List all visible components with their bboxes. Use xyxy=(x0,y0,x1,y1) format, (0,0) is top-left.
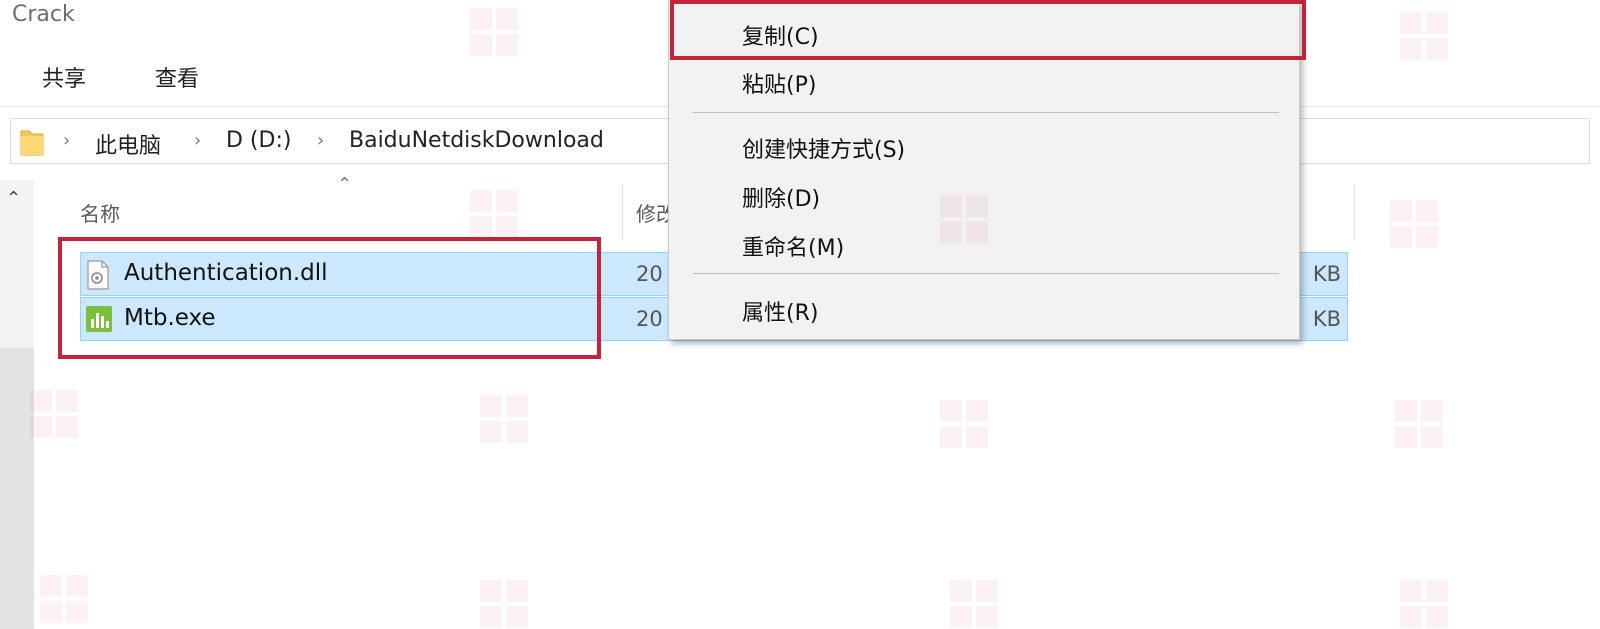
column-header-name[interactable]: 名称 xyxy=(80,198,120,227)
column-divider[interactable] xyxy=(1354,184,1355,240)
highlight-box-selected-files xyxy=(58,237,601,359)
breadcrumb-separator-icon: › xyxy=(63,130,71,151)
breadcrumb-separator-icon: › xyxy=(194,130,202,151)
menu-separator xyxy=(693,273,1279,274)
file-size: KB xyxy=(1312,262,1341,286)
folder-icon xyxy=(19,127,45,161)
file-date: 20 xyxy=(636,307,663,331)
menu-item-rename[interactable]: 重命名(M) xyxy=(669,220,1299,266)
breadcrumb-separator-icon: › xyxy=(317,130,325,151)
menu-item-create-shortcut[interactable]: 创建快捷方式(S) xyxy=(669,122,1299,168)
breadcrumb-drive-d[interactable]: D (D:) xyxy=(226,128,291,153)
menu-item-properties[interactable]: 属性(R) xyxy=(669,285,1299,331)
highlight-box-copy xyxy=(670,0,1306,60)
menu-item-label: 属性(R) xyxy=(742,301,819,326)
navigation-pane-scrollbar[interactable] xyxy=(0,348,34,629)
menu-item-label: 粘贴(P) xyxy=(742,73,817,98)
window-title: Crack xyxy=(12,2,75,27)
sort-ascending-icon: ⌃ xyxy=(337,174,353,195)
ribbon-tab-view[interactable]: 查看 xyxy=(155,61,199,93)
menu-item-label: 删除(D) xyxy=(742,187,821,212)
breadcrumb-baidu-netdisk-download[interactable]: BaiduNetdiskDownload xyxy=(349,128,604,153)
ribbon-tab-share[interactable]: 共享 xyxy=(42,61,86,93)
menu-item-delete[interactable]: 删除(D) xyxy=(669,171,1299,217)
navigation-pane[interactable] xyxy=(0,180,34,629)
menu-item-label: 创建快捷方式(S) xyxy=(742,138,906,163)
menu-item-label: 重命名(M) xyxy=(742,236,845,261)
file-size: KB xyxy=(1312,307,1341,331)
file-date: 20 xyxy=(636,262,663,286)
breadcrumb-this-pc[interactable]: 此电脑 xyxy=(95,128,161,160)
column-divider[interactable] xyxy=(622,184,623,240)
menu-item-paste[interactable]: 粘贴(P) xyxy=(669,57,1299,103)
menu-separator xyxy=(693,112,1279,113)
collapse-caret-icon[interactable]: ⌃ xyxy=(6,188,21,209)
